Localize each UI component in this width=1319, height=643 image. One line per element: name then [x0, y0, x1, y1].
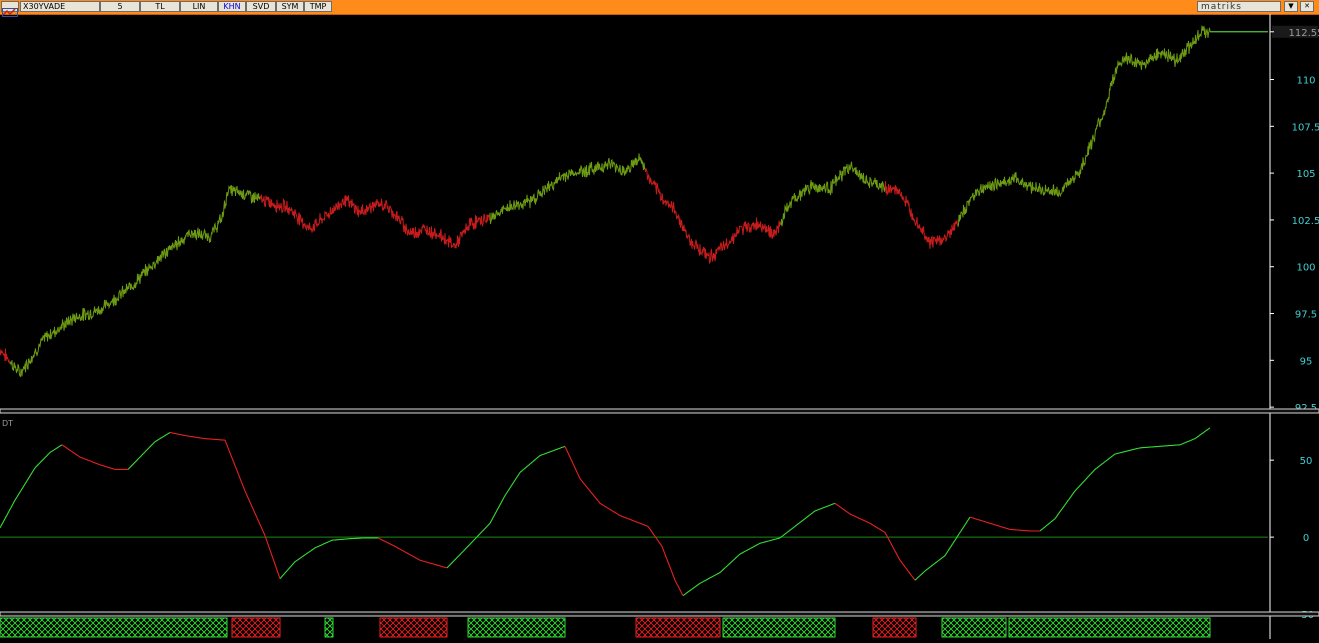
period-field[interactable]: 5	[100, 1, 140, 12]
symbol-field[interactable]: X30YVADE	[20, 1, 100, 12]
indicator-segment-down	[834, 502, 916, 581]
signal-separator	[0, 611, 1319, 617]
chart-area: 92.59597.5100102.5105107.5110112.55 DT 5…	[0, 14, 1319, 639]
price-segment-down	[884, 181, 959, 249]
tab-tmp[interactable]: TMP	[304, 1, 332, 12]
price-panel: 92.59597.5100102.5105107.5110112.55	[0, 25, 1319, 414]
indicator-title: DT	[2, 419, 13, 428]
last-value-label: 112.55	[1289, 28, 1319, 39]
indicator-segment-up	[682, 502, 836, 597]
currency-field[interactable]: TL	[140, 1, 180, 12]
triangle-down-icon[interactable]: ▼	[1284, 1, 1298, 12]
signal-block-up	[324, 617, 334, 638]
price-segment-up	[489, 153, 646, 224]
indicator-tick-label: 0	[1303, 533, 1309, 544]
indicator-segment-down	[169, 431, 281, 579]
price-tick-label: 100	[1296, 263, 1315, 274]
indicator-segment-down	[61, 444, 128, 470]
chart-icon[interactable]	[1, 1, 19, 17]
tab-svd[interactable]: SVD	[246, 1, 276, 12]
price-segment-down	[259, 194, 491, 249]
price-tick-label: 105	[1296, 169, 1315, 180]
price-tick-label: 110	[1296, 76, 1315, 87]
close-icon[interactable]: ✕	[1300, 1, 1314, 12]
indicator-segment-up	[1039, 427, 1211, 532]
tab-khn[interactable]: KHN	[218, 1, 246, 12]
indicator-segment-up	[0, 444, 63, 529]
indicator-segment-up	[914, 516, 971, 581]
signal-block-down	[635, 617, 721, 638]
signal-block-up	[0, 617, 228, 638]
indicator-segment-up	[446, 445, 566, 569]
signal-panel	[0, 617, 1211, 638]
price-tick-label: 97.5	[1295, 310, 1317, 321]
indicator-segment-up	[279, 537, 378, 580]
price-segment-up	[9, 184, 261, 378]
brand-logo: matriks	[1197, 1, 1281, 12]
signal-block-up	[722, 617, 836, 638]
indicator-segment-up	[127, 432, 171, 470]
price-segment-up	[779, 161, 886, 227]
price-segment-down	[644, 168, 781, 264]
price-tick-label: 95	[1300, 356, 1313, 367]
signal-block-down	[379, 617, 448, 638]
indicator-tick-label: 50	[1300, 456, 1313, 467]
price-segment-up	[957, 25, 1268, 228]
signal-block-up	[941, 617, 1007, 638]
price-tick-label: 107.5	[1292, 122, 1319, 133]
indicator-segment-down	[969, 516, 1040, 532]
chart-toolbar: X30YVADE 5 TL LIN KHN SVD SYM TMP matrik…	[0, 0, 1319, 17]
price-tick-label: 102.5	[1292, 216, 1319, 227]
price-segment-down	[0, 348, 11, 364]
signal-block-down	[231, 617, 281, 638]
scale-button[interactable]: LIN	[180, 1, 218, 12]
panel-separator	[0, 408, 1319, 414]
signal-block-down	[872, 617, 917, 638]
signal-block-up	[467, 617, 566, 638]
signal-block-up	[1008, 617, 1211, 638]
indicator-panel: DT 500-50	[0, 419, 1314, 621]
indicator-segment-down	[377, 537, 448, 569]
tab-sym[interactable]: SYM	[276, 1, 304, 12]
indicator-segment-down	[564, 446, 684, 596]
